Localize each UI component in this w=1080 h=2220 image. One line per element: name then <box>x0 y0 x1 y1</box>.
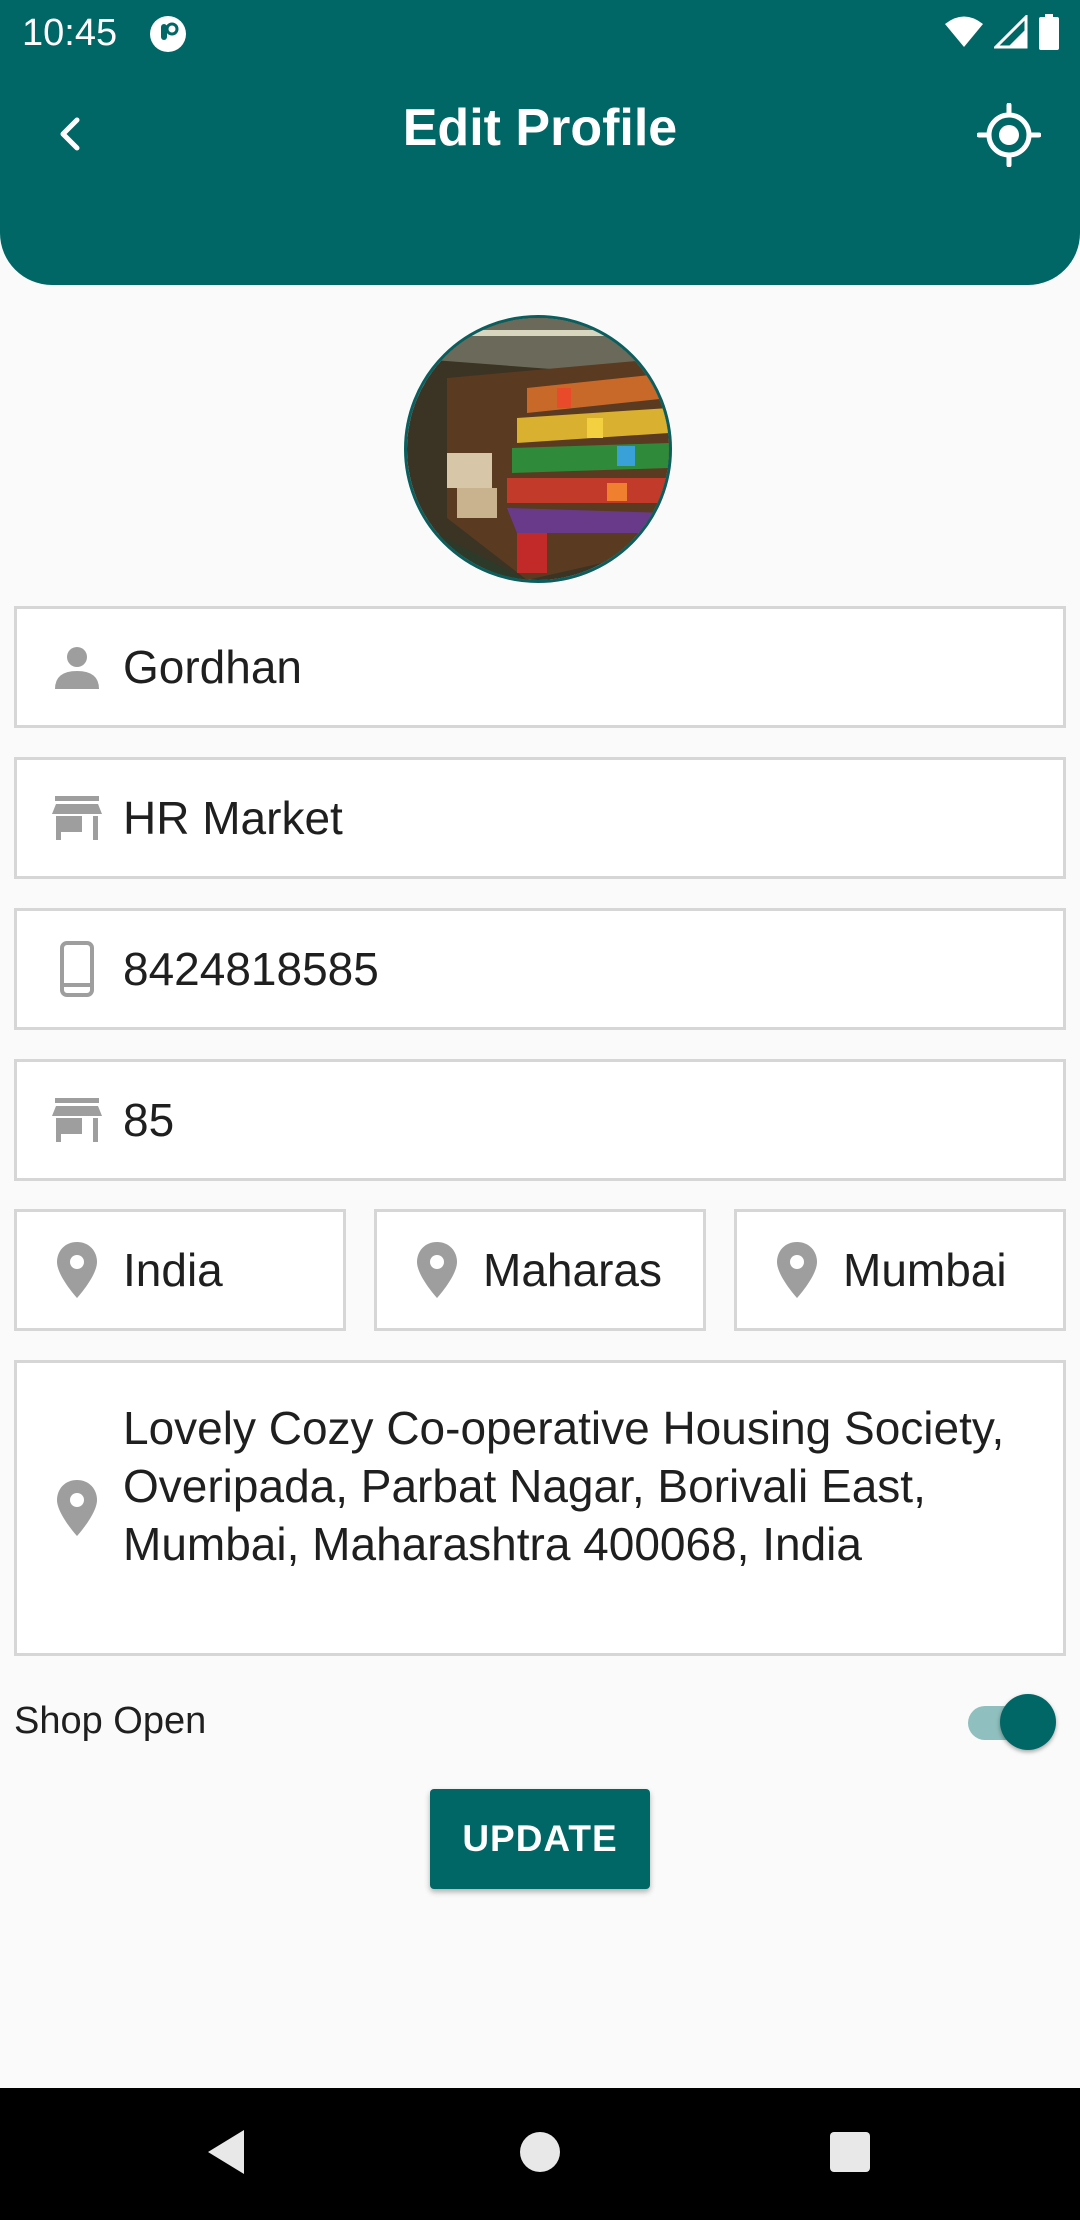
state-field[interactable]: Maharas <box>374 1209 706 1331</box>
app-notification-icon <box>148 14 188 54</box>
phone-input[interactable]: 8424818585 <box>123 942 1043 996</box>
shop-profile-image[interactable] <box>404 315 672 583</box>
smartphone-icon <box>51 941 103 997</box>
location-pin-icon <box>51 1480 103 1536</box>
name-input[interactable]: Gordhan <box>123 640 1043 694</box>
name-field[interactable]: Gordhan <box>14 606 1066 728</box>
address-input[interactable]: Lovely Cozy Co-operative Housing Society… <box>123 1399 1043 1573</box>
city-input[interactable]: Mumbai <box>843 1243 1043 1297</box>
edit-profile-screen: 10:45 Edit Profile Gordhan HR Market 842… <box>0 0 1080 2220</box>
country-field[interactable]: India <box>14 1209 346 1331</box>
store-icon <box>51 1094 103 1146</box>
system-navigation-bar <box>0 2088 1080 2220</box>
update-button[interactable]: UPDATE <box>430 1789 650 1889</box>
square-recents-icon <box>829 2131 871 2178</box>
shop-name-field[interactable]: HR Market <box>14 757 1066 879</box>
triangle-back-icon <box>204 2128 248 2181</box>
city-field[interactable]: Mumbai <box>734 1209 1066 1331</box>
shop-number-input[interactable]: 85 <box>123 1093 1043 1147</box>
gps-target-icon <box>976 102 1042 172</box>
person-icon <box>51 641 103 693</box>
nav-back-button[interactable] <box>186 2114 266 2194</box>
circle-home-icon <box>518 2130 562 2179</box>
toggle-thumb <box>1000 1694 1056 1750</box>
cell-signal-icon <box>992 12 1028 54</box>
wifi-icon <box>944 15 984 54</box>
nav-recents-button[interactable] <box>810 2114 890 2194</box>
nav-home-button[interactable] <box>500 2114 580 2194</box>
status-bar: 10:45 <box>0 0 1080 66</box>
store-shelves-photo <box>407 318 669 580</box>
shop-open-toggle[interactable] <box>966 1692 1060 1752</box>
phone-field[interactable]: 8424818585 <box>14 908 1066 1030</box>
shop-open-label: Shop Open <box>14 1700 207 1742</box>
shop-name-input[interactable]: HR Market <box>123 791 1043 845</box>
address-field[interactable]: Lovely Cozy Co-operative Housing Society… <box>14 1360 1066 1656</box>
location-pin-icon <box>771 1242 823 1298</box>
status-time: 10:45 <box>22 12 118 54</box>
status-indicators <box>944 12 1060 55</box>
store-icon <box>51 792 103 844</box>
shop-number-field[interactable]: 85 <box>14 1059 1066 1181</box>
location-pin-icon <box>411 1242 463 1298</box>
locate-button[interactable] <box>976 102 1042 172</box>
country-input[interactable]: India <box>123 1243 323 1297</box>
state-input[interactable]: Maharas <box>483 1243 683 1297</box>
battery-icon <box>1038 13 1060 55</box>
location-pin-icon <box>51 1242 103 1298</box>
page-title: Edit Profile <box>402 99 678 157</box>
